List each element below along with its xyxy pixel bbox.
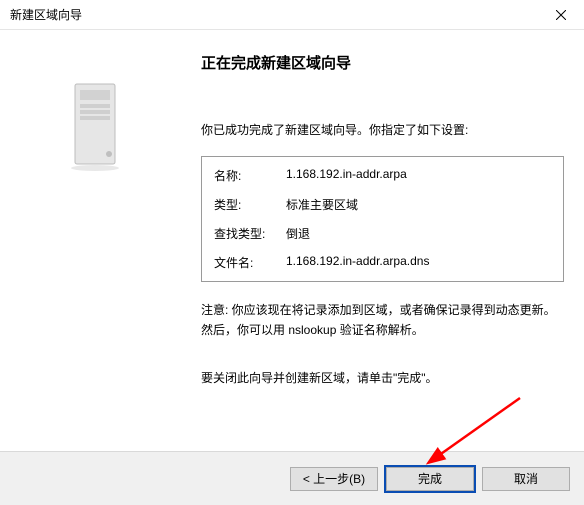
server-icon (69, 82, 131, 175)
wizard-left-pane (12, 42, 187, 440)
settings-value: 标准主要区域 (286, 196, 551, 213)
settings-value: 倒退 (286, 225, 551, 242)
window-title: 新建区域向导 (10, 6, 82, 23)
wizard-close-hint: 要关闭此向导并创建新区域，请单击"完成"。 (201, 369, 564, 386)
wizard-body: 正在完成新建区域向导 你已成功完成了新建区域向导。你指定了如下设置: 名称: 1… (0, 30, 584, 440)
settings-row-name: 名称: 1.168.192.in-addr.arpa (214, 167, 551, 184)
wizard-note: 注意: 你应该现在将记录添加到区域，或者确保记录得到动态更新。然后，你可以用 n… (201, 300, 564, 341)
cancel-button[interactable]: 取消 (482, 467, 570, 491)
close-button[interactable] (538, 0, 584, 30)
settings-value: 1.168.192.in-addr.arpa.dns (286, 254, 551, 271)
settings-label: 类型: (214, 196, 286, 213)
settings-row-file: 文件名: 1.168.192.in-addr.arpa.dns (214, 254, 551, 271)
settings-label: 名称: (214, 167, 286, 184)
settings-row-type: 类型: 标准主要区域 (214, 196, 551, 213)
wizard-content: 正在完成新建区域向导 你已成功完成了新建区域向导。你指定了如下设置: 名称: 1… (187, 42, 572, 440)
settings-label: 查找类型: (214, 225, 286, 242)
settings-summary: 名称: 1.168.192.in-addr.arpa 类型: 标准主要区域 查找… (201, 156, 564, 282)
finish-button[interactable]: 完成 (386, 467, 474, 491)
wizard-intro: 你已成功完成了新建区域向导。你指定了如下设置: (201, 121, 564, 138)
titlebar: 新建区域向导 (0, 0, 584, 30)
settings-row-lookup: 查找类型: 倒退 (214, 225, 551, 242)
wizard-button-row: < 上一步(B) 完成 取消 (0, 451, 584, 505)
back-button[interactable]: < 上一步(B) (290, 467, 378, 491)
wizard-heading: 正在完成新建区域向导 (201, 52, 564, 73)
settings-value: 1.168.192.in-addr.arpa (286, 167, 551, 184)
settings-label: 文件名: (214, 254, 286, 271)
close-icon (556, 7, 566, 23)
